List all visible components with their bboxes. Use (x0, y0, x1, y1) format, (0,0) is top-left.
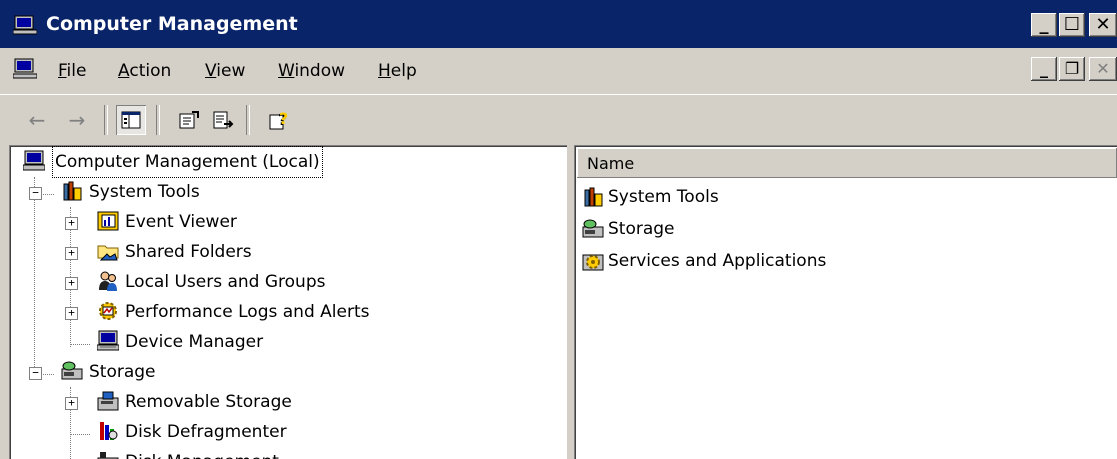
export-list-icon (213, 111, 234, 129)
document-system-menu-icon[interactable] (13, 58, 37, 80)
minimize-icon: _ (1039, 14, 1049, 35)
results-pane[interactable]: Name System Tools Storage Services and A… (574, 145, 1117, 459)
tree-label: Performance Logs and Alerts (125, 302, 370, 322)
close-icon: ✕ (1096, 59, 1110, 78)
menu-help-label: elp (390, 61, 417, 81)
disk-management-icon (97, 452, 119, 459)
collapse-toggle-icon[interactable]: − (29, 187, 42, 200)
mdi-minimize-button[interactable]: _ (1031, 57, 1057, 81)
tree-label: Disk Defragmenter (125, 422, 287, 442)
expand-toggle-icon[interactable]: + (65, 277, 78, 290)
menu-help[interactable]: Help (378, 61, 417, 81)
forward-button[interactable]: → (62, 105, 92, 135)
disk-defragmenter-icon (100, 422, 118, 440)
expand-toggle-icon[interactable]: + (65, 307, 78, 320)
menu-action-label: ction (129, 61, 172, 81)
menu-action-accel: A (118, 61, 130, 81)
menu-file[interactable]: File (58, 61, 86, 81)
help-icon: ? ? (269, 109, 288, 130)
event-viewer-icon (97, 211, 119, 231)
back-button[interactable]: ← (22, 105, 52, 135)
menu-window-label: indow (294, 61, 346, 81)
menu-view-label: iew (216, 61, 246, 81)
device-manager-icon (97, 330, 119, 351)
users-icon (99, 271, 117, 291)
tree-label: Device Manager (125, 332, 264, 352)
mdi-restore-button[interactable]: ❐ (1059, 57, 1085, 81)
show-hide-tree-icon (121, 111, 141, 129)
close-icon: ✕ (1095, 14, 1111, 35)
storage-icon (61, 361, 83, 380)
expand-toggle-icon[interactable]: + (65, 247, 78, 260)
properties-icon (179, 111, 199, 129)
tree-label: Event Viewer (125, 212, 237, 232)
computer-icon (23, 150, 45, 171)
tree-connector (70, 434, 90, 435)
menu-action[interactable]: Action (118, 61, 171, 81)
column-header-name[interactable]: Name (577, 148, 1117, 178)
tree-label: Local Users and Groups (125, 272, 326, 292)
menu-window[interactable]: Window (278, 61, 345, 81)
list-item-label: Services and Applications (608, 251, 827, 271)
tree-label: Disk Management (125, 447, 279, 459)
export-list-button[interactable] (208, 105, 238, 135)
storage-icon (582, 219, 604, 238)
system-tools-icon (584, 187, 603, 207)
mdi-close-button[interactable]: ✕ (1089, 57, 1117, 81)
tree-label: Computer Management (Local) (52, 146, 323, 178)
menu-bar: File Action View Window Help _ ❐ ✕ (0, 48, 1117, 94)
tree-label: Shared Folders (125, 242, 252, 262)
shared-folder-icon (97, 245, 119, 261)
column-header-label: Name (587, 154, 635, 173)
list-item-label: System Tools (608, 187, 719, 207)
svg-text:?: ? (279, 109, 288, 128)
toolbar-separator (104, 105, 108, 135)
minimize-button[interactable]: _ (1031, 13, 1057, 37)
maximize-button[interactable]: ☐ (1059, 13, 1085, 37)
restore-icon: ❐ (1064, 59, 1080, 78)
toolbar-separator (246, 105, 250, 135)
menu-view-accel: V (205, 61, 217, 81)
menu-window-accel: W (278, 61, 295, 81)
menu-file-accel: F (58, 61, 67, 81)
tree-label: System Tools (89, 182, 200, 202)
list-item-label: Storage (608, 219, 675, 239)
menu-file-label: ile (66, 61, 87, 81)
tree-connector (34, 177, 35, 377)
maximize-icon: ☐ (1063, 14, 1081, 35)
window-title: Computer Management (46, 13, 298, 35)
expand-toggle-icon[interactable]: + (65, 217, 78, 230)
system-tools-icon (63, 181, 82, 201)
toolbar-separator (156, 105, 160, 135)
help-button[interactable]: ? ? (264, 105, 294, 135)
tree-label: Removable Storage (125, 392, 292, 412)
toolbar: ← → ? ? (0, 94, 1117, 144)
console-tree-pane[interactable]: Computer Management (Local) − System Too… (9, 145, 567, 459)
expand-toggle-icon[interactable]: + (65, 397, 78, 410)
tree-label: Storage (89, 362, 156, 382)
collapse-toggle-icon[interactable]: − (29, 367, 42, 380)
menu-view[interactable]: View (205, 61, 245, 81)
computer-management-icon (13, 15, 37, 35)
forward-arrow-icon: → (68, 108, 86, 132)
title-bar[interactable]: Computer Management _ ☐ ✕ (0, 0, 1117, 48)
show-hide-tree-button[interactable] (116, 105, 146, 135)
menu-help-accel: H (378, 61, 391, 81)
back-arrow-icon: ← (28, 108, 46, 132)
minimize-icon: _ (1040, 59, 1048, 78)
services-applications-icon (582, 254, 604, 271)
removable-storage-icon (97, 391, 119, 411)
tree-connector (70, 344, 90, 345)
close-button[interactable]: ✕ (1089, 13, 1117, 37)
performance-logs-icon (99, 302, 117, 320)
properties-button[interactable] (174, 105, 204, 135)
